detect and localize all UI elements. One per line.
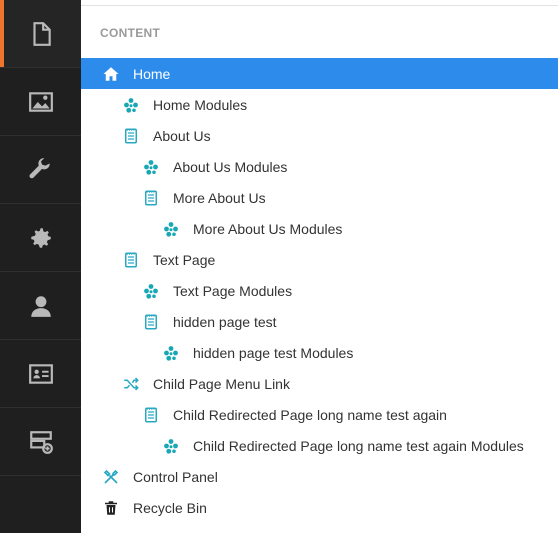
tree-node-label: Child Redirected Page long name test aga…	[193, 437, 524, 454]
contact-card-icon	[28, 363, 53, 384]
page-icon	[141, 312, 161, 332]
tree-node-label: hidden page test	[173, 313, 277, 330]
modules-icon	[141, 281, 161, 301]
tree-node-label: Home Modules	[153, 96, 248, 113]
document-icon	[32, 21, 51, 46]
panel-top-bar	[81, 0, 558, 6]
tree-node-label: Text Page Modules	[173, 282, 293, 299]
page-icon	[141, 188, 161, 208]
tree-node-label: About Us	[153, 127, 211, 144]
wrench-icon	[28, 157, 50, 178]
tree-node-label: Text Page	[153, 251, 216, 268]
page-icon	[121, 126, 141, 146]
tools-icon	[101, 467, 121, 487]
tree-node-label: Child Redirected Page long name test aga…	[173, 406, 447, 423]
tree-node[interactable]: Child Page Menu Link	[81, 368, 558, 399]
rail-item-settings-tools[interactable]	[0, 136, 81, 204]
image-icon	[28, 91, 53, 112]
rail-item-forms[interactable]	[0, 408, 81, 476]
section-title: CONTENT	[100, 26, 161, 40]
rail-item-members[interactable]	[0, 272, 81, 340]
add-layout-icon	[29, 430, 53, 454]
tree-node[interactable]: More About Us Modules	[81, 213, 558, 244]
shuffle-icon	[121, 374, 141, 394]
tree-node[interactable]: About Us Modules	[81, 151, 558, 182]
tree-node[interactable]: Child Redirected Page long name test aga…	[81, 399, 558, 430]
page-icon	[121, 250, 141, 270]
modules-icon	[121, 95, 141, 115]
tree-node[interactable]: More About Us	[81, 182, 558, 213]
main-sidebar	[0, 0, 81, 533]
home-icon	[101, 64, 121, 84]
tree-node-label: About Us Modules	[173, 158, 288, 175]
rail-item-media[interactable]	[0, 68, 81, 136]
tree-node[interactable]: Control Panel	[81, 461, 558, 492]
tree-node[interactable]: Child Redirected Page long name test aga…	[81, 430, 558, 461]
tree-node[interactable]: hidden page test	[81, 306, 558, 337]
tree-node-label: hidden page test Modules	[193, 344, 354, 361]
tree-node[interactable]: Home Modules	[81, 89, 558, 120]
tree-node[interactable]: Home	[81, 58, 558, 89]
tree-node-label: More About Us	[173, 189, 266, 206]
tree-node-label: Recycle Bin	[133, 499, 207, 516]
tree-node[interactable]: Text Page	[81, 244, 558, 275]
tree-node[interactable]: hidden page test Modules	[81, 337, 558, 368]
rail-item-contacts[interactable]	[0, 340, 81, 408]
tree-node-label: Home	[133, 65, 171, 82]
tree-node[interactable]: About Us	[81, 120, 558, 151]
rail-item-settings[interactable]	[0, 204, 81, 272]
gear-icon	[30, 227, 51, 248]
rail-item-content[interactable]	[0, 0, 81, 68]
tree-node[interactable]: Recycle Bin	[81, 492, 558, 523]
trash-icon	[101, 498, 121, 518]
page-icon	[141, 405, 161, 425]
modules-icon	[141, 157, 161, 177]
tree-node-label: More About Us Modules	[193, 220, 343, 237]
tree-node[interactable]: Text Page Modules	[81, 275, 558, 306]
user-icon	[30, 295, 51, 317]
tree-node-label: Child Page Menu Link	[153, 375, 290, 392]
tree-node-label: Control Panel	[133, 468, 218, 485]
modules-icon	[161, 219, 181, 239]
modules-icon	[161, 343, 181, 363]
modules-icon	[161, 436, 181, 456]
